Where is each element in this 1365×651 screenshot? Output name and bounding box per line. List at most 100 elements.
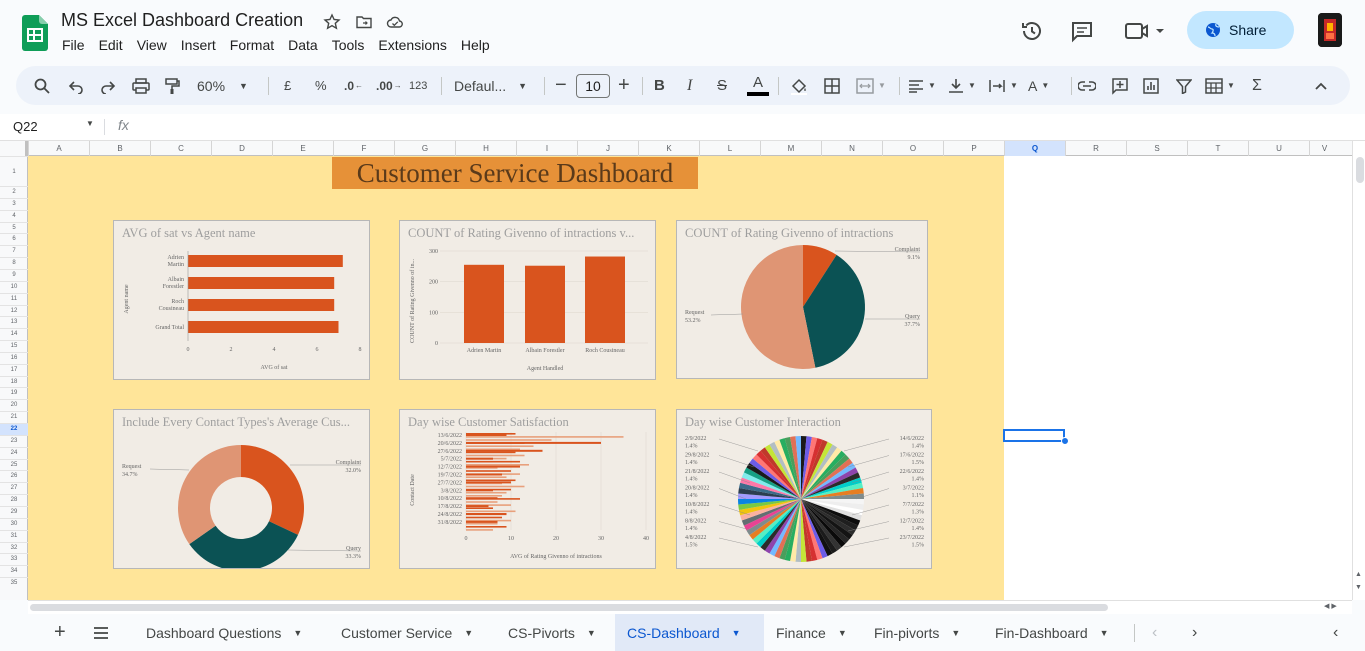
insert-comment-icon[interactable] xyxy=(1111,66,1129,105)
meet-video-icon[interactable] xyxy=(1124,20,1164,42)
menu-data[interactable]: Data xyxy=(288,37,318,53)
row-header-9[interactable]: 9 xyxy=(0,268,28,281)
column-header-f[interactable]: F xyxy=(333,141,394,156)
font-size-decrease-button[interactable]: − xyxy=(555,66,567,105)
increase-decimal-button[interactable]: .00 → xyxy=(376,66,402,105)
row-header-10[interactable]: 10 xyxy=(0,280,28,293)
menu-file[interactable]: File xyxy=(62,37,85,53)
selected-cell-q22[interactable] xyxy=(1003,429,1065,442)
row-header-16[interactable]: 16 xyxy=(0,351,28,364)
scroll-tabs-left-icon[interactable]: ‹ xyxy=(1152,614,1157,651)
vertical-scrollbar[interactable]: ▲ ▼ xyxy=(1352,141,1365,600)
row-header-31[interactable]: 31 xyxy=(0,529,28,542)
comments-icon[interactable] xyxy=(1070,19,1094,43)
column-header-c[interactable]: C xyxy=(150,141,211,156)
row-header-28[interactable]: 28 xyxy=(0,494,28,506)
print-icon[interactable] xyxy=(132,66,150,105)
row-header-3[interactable]: 3 xyxy=(0,197,28,210)
row-header-2[interactable]: 2 xyxy=(0,186,28,198)
row-header-20[interactable]: 20 xyxy=(0,399,28,411)
column-header-e[interactable]: E xyxy=(272,141,333,156)
row-header-17[interactable]: 17 xyxy=(0,363,28,376)
redo-icon[interactable] xyxy=(100,66,116,105)
text-rotation-icon[interactable]: A ▼ xyxy=(1028,66,1049,105)
functions-icon[interactable]: Σ xyxy=(1252,66,1262,105)
column-header-a[interactable]: A xyxy=(28,141,89,156)
row-header-1[interactable]: 1 xyxy=(0,156,28,186)
sheet-grid[interactable]: Customer Service Dashboard AVG of sat vs… xyxy=(28,156,1352,600)
row-header-5[interactable]: 5 xyxy=(0,221,28,234)
row-header-11[interactable]: 11 xyxy=(0,292,28,305)
column-header-s[interactable]: S xyxy=(1126,141,1187,156)
menu-edit[interactable]: Edit xyxy=(99,37,123,53)
column-header-p[interactable]: P xyxy=(943,141,1004,156)
column-header-l[interactable]: L xyxy=(699,141,760,156)
chart-rating-by-contact-type[interactable]: COUNT of Rating Givenno of intractions C… xyxy=(676,220,928,379)
column-header-d[interactable]: D xyxy=(211,141,272,156)
sheet-tab-cs-pivorts[interactable]: CS-Pivorts ▼ xyxy=(496,614,608,651)
chart-count-rating-per-agent[interactable]: COUNT of Rating Givenno of intractions v… xyxy=(399,220,656,380)
name-box[interactable]: Q22 xyxy=(13,119,38,134)
column-header-m[interactable]: M xyxy=(760,141,821,156)
column-header-h[interactable]: H xyxy=(455,141,516,156)
row-header-30[interactable]: 30 xyxy=(0,517,28,530)
strikethrough-button[interactable]: S xyxy=(717,66,727,105)
star-icon[interactable] xyxy=(323,13,341,31)
sheet-tab-finance[interactable]: Finance ▼ xyxy=(764,614,859,651)
chart-day-wise-satisfaction[interactable]: Day wise Customer Satisfaction 0 10 20 30 40… xyxy=(399,409,656,569)
collapse-sidepanel-icon[interactable]: ‹ xyxy=(1333,614,1338,651)
version-history-icon[interactable] xyxy=(1020,19,1044,43)
collapse-toolbar-icon[interactable] xyxy=(1314,66,1328,105)
horizontal-scroll-thumb[interactable] xyxy=(30,604,1108,611)
scroll-up-arrow[interactable]: ▲ xyxy=(1355,571,1362,578)
select-all-corner[interactable] xyxy=(0,141,28,156)
row-header-21[interactable]: 21 xyxy=(0,411,28,423)
column-header-u[interactable]: U xyxy=(1248,141,1309,156)
row-header-7[interactable]: 7 xyxy=(0,245,28,257)
row-header-18[interactable]: 18 xyxy=(0,375,28,388)
row-header-33[interactable]: 33 xyxy=(0,553,28,565)
vertical-scroll-thumb[interactable] xyxy=(1356,157,1364,183)
row-header-32[interactable]: 32 xyxy=(0,541,28,554)
row-header-6[interactable]: 6 xyxy=(0,233,28,245)
paint-format-icon[interactable] xyxy=(164,66,180,105)
scroll-left-arrow[interactable]: ◀ ▶ xyxy=(1324,602,1337,610)
text-wrapping-icon[interactable]: ▼ xyxy=(988,66,1018,105)
format-currency-button[interactable]: £ xyxy=(284,66,291,105)
chart-day-wise-interaction[interactable]: Day wise Customer Interaction 2/9/2022 1.… xyxy=(676,409,932,569)
row-header-8[interactable]: 8 xyxy=(0,257,28,269)
row-header-26[interactable]: 26 xyxy=(0,470,28,482)
row-header-34[interactable]: 34 xyxy=(0,565,28,577)
chart-avg-sat-vs-agent[interactable]: AVG of sat vs Agent name Adrien Martin Alb… xyxy=(113,220,370,380)
text-color-button[interactable]: A xyxy=(747,66,769,105)
column-header-n[interactable]: N xyxy=(821,141,882,156)
search-menus-icon[interactable] xyxy=(34,66,50,105)
vertical-align-icon[interactable]: ▼ xyxy=(948,66,976,105)
column-header-t[interactable]: T xyxy=(1187,141,1248,156)
column-header-o[interactable]: O xyxy=(882,141,943,156)
column-header-j[interactable]: J xyxy=(577,141,638,156)
fill-handle[interactable] xyxy=(1061,437,1069,445)
row-header-35[interactable]: 35 xyxy=(0,577,28,589)
row-header-14[interactable]: 14 xyxy=(0,328,28,340)
sheet-tab-fin-dashboard[interactable]: Fin-Dashboard ▼ xyxy=(983,614,1121,651)
sheet-tab-fin-pivorts[interactable]: Fin-pivorts ▼ xyxy=(862,614,972,651)
row-header-15[interactable]: 15 xyxy=(0,340,28,352)
cloud-status-icon[interactable] xyxy=(386,13,404,31)
merge-cells-icon[interactable]: ▼ xyxy=(856,66,886,105)
column-header-g[interactable]: G xyxy=(394,141,455,156)
decrease-decimal-button[interactable]: .0 ← xyxy=(344,66,363,105)
sheet-tab-dashboard-questions[interactable]: Dashboard Questions ▼ xyxy=(134,614,314,651)
fill-color-icon[interactable] xyxy=(790,66,808,105)
scroll-down-arrow[interactable]: ▼ xyxy=(1355,584,1362,591)
italic-button[interactable]: I xyxy=(687,66,692,105)
zoom-select[interactable]: 60% ▼ xyxy=(197,66,248,105)
menu-help[interactable]: Help xyxy=(461,37,490,53)
menu-insert[interactable]: Insert xyxy=(181,37,216,53)
filter-views-icon[interactable]: ▼ xyxy=(1205,66,1235,105)
chart-contact-type-avg[interactable]: Include Every Contact Types's Average Cu… xyxy=(113,409,370,569)
move-folder-icon[interactable] xyxy=(355,13,373,31)
undo-icon[interactable] xyxy=(68,66,84,105)
menu-extensions[interactable]: Extensions xyxy=(378,37,446,53)
sheet-tab-cs-dashboard[interactable]: CS-Dashboard ▼ xyxy=(615,614,764,651)
